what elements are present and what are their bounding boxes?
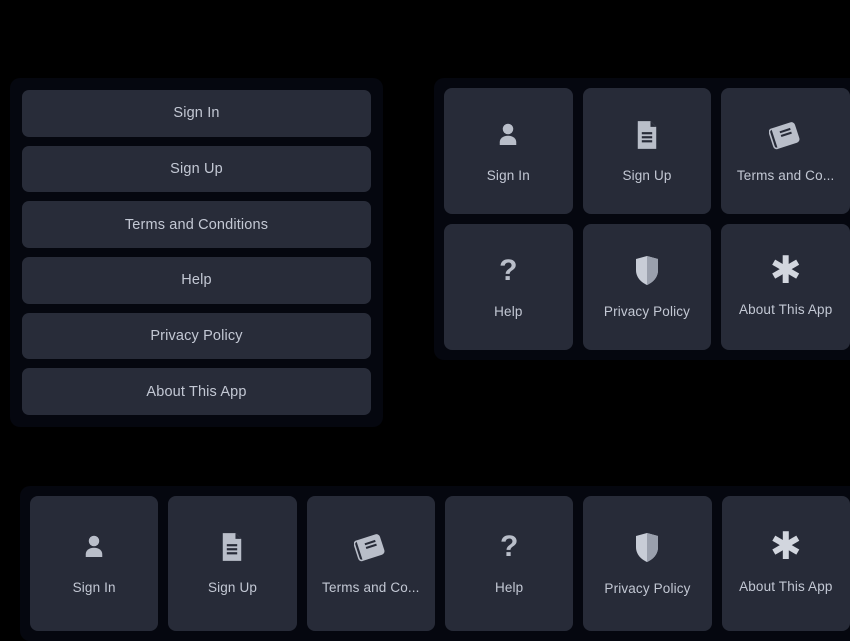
question-mark-icon: ? <box>500 532 518 562</box>
document-icon <box>218 532 246 562</box>
grid-tile-sign-in[interactable]: Sign In <box>444 88 573 214</box>
strip-tile-label: About This App <box>739 578 833 594</box>
strip-tile-terms-conditions[interactable]: Terms and Co... <box>306 496 435 631</box>
asterisk-glyph: ✱ <box>769 524 802 569</box>
strip-tile-label: Sign In <box>72 580 116 595</box>
grid-tile-label: Help <box>494 303 523 319</box>
asterisk-glyph: ✱ <box>769 247 802 292</box>
asterisk-icon: ✱ <box>769 524 802 569</box>
user-icon <box>493 120 523 150</box>
app-root: Sign In Sign Up Terms and Conditions Hel… <box>0 0 850 641</box>
strip-tile-sign-in[interactable]: Sign In <box>30 496 159 631</box>
list-button-label: Sign In <box>173 105 220 122</box>
grid-tile-label: Sign Up <box>622 167 672 183</box>
list-button-label: Sign Up <box>170 161 223 177</box>
strip-tile-sign-up[interactable]: Sign Up <box>168 496 297 631</box>
grid-tile-label: Privacy Policy <box>603 304 691 319</box>
grid-tile-label: About This App <box>738 302 833 318</box>
book-icon <box>768 120 803 150</box>
shield-icon <box>634 255 660 286</box>
strip-tile-privacy-policy[interactable]: Privacy Policy <box>583 496 712 631</box>
strip-tile-label: Help <box>494 580 524 595</box>
list-button-help[interactable]: Help <box>22 257 371 304</box>
question-mark-icon: ? <box>499 253 518 287</box>
list-button-label: Terms and Conditions <box>124 216 269 233</box>
list-button-sign-in[interactable]: Sign In <box>22 90 371 137</box>
grid-tile-terms-conditions[interactable]: Terms and Co... <box>721 88 850 214</box>
list-button-label: Privacy Policy <box>150 328 243 345</box>
menu-grid-panel: Sign In Sign Up Terms and Co... ? Help P… <box>434 78 850 360</box>
list-button-terms-conditions[interactable]: Terms and Conditions <box>22 201 371 249</box>
strip-tile-about-this-app[interactable]: ✱ About This App <box>721 496 850 631</box>
grid-tile-sign-up[interactable]: Sign Up <box>582 88 712 214</box>
list-button-label: About This App <box>146 383 247 400</box>
strip-tile-help[interactable]: ? Help <box>444 496 574 631</box>
book-icon <box>353 532 388 562</box>
strip-tile-label: Sign Up <box>207 580 258 595</box>
list-button-label: Help <box>181 272 212 289</box>
list-button-privacy-policy[interactable]: Privacy Policy <box>22 312 371 360</box>
asterisk-icon: ✱ <box>769 247 802 292</box>
grid-tile-privacy-policy[interactable]: Privacy Policy <box>582 224 712 350</box>
question-mark-glyph: ? <box>499 530 519 563</box>
shield-icon <box>634 532 660 563</box>
question-mark-glyph: ? <box>499 253 518 287</box>
user-icon <box>79 532 109 562</box>
grid-tile-label: Terms and Co... <box>736 167 835 183</box>
strip-tile-label: Terms and Co... <box>322 580 420 595</box>
grid-tile-help[interactable]: ? Help <box>444 224 573 350</box>
grid-tile-label: Sign In <box>486 167 530 183</box>
menu-strip-panel: Sign In Sign Up Terms and Co... ? Help P… <box>20 486 850 641</box>
menu-list-panel: Sign In Sign Up Terms and Conditions Hel… <box>10 78 383 427</box>
list-button-sign-up[interactable]: Sign Up <box>22 145 371 193</box>
list-button-about-this-app[interactable]: About This App <box>22 368 371 416</box>
grid-tile-about-this-app[interactable]: ✱ About This App <box>721 224 850 350</box>
strip-tile-label: Privacy Policy <box>604 580 691 596</box>
document-icon <box>633 120 661 150</box>
